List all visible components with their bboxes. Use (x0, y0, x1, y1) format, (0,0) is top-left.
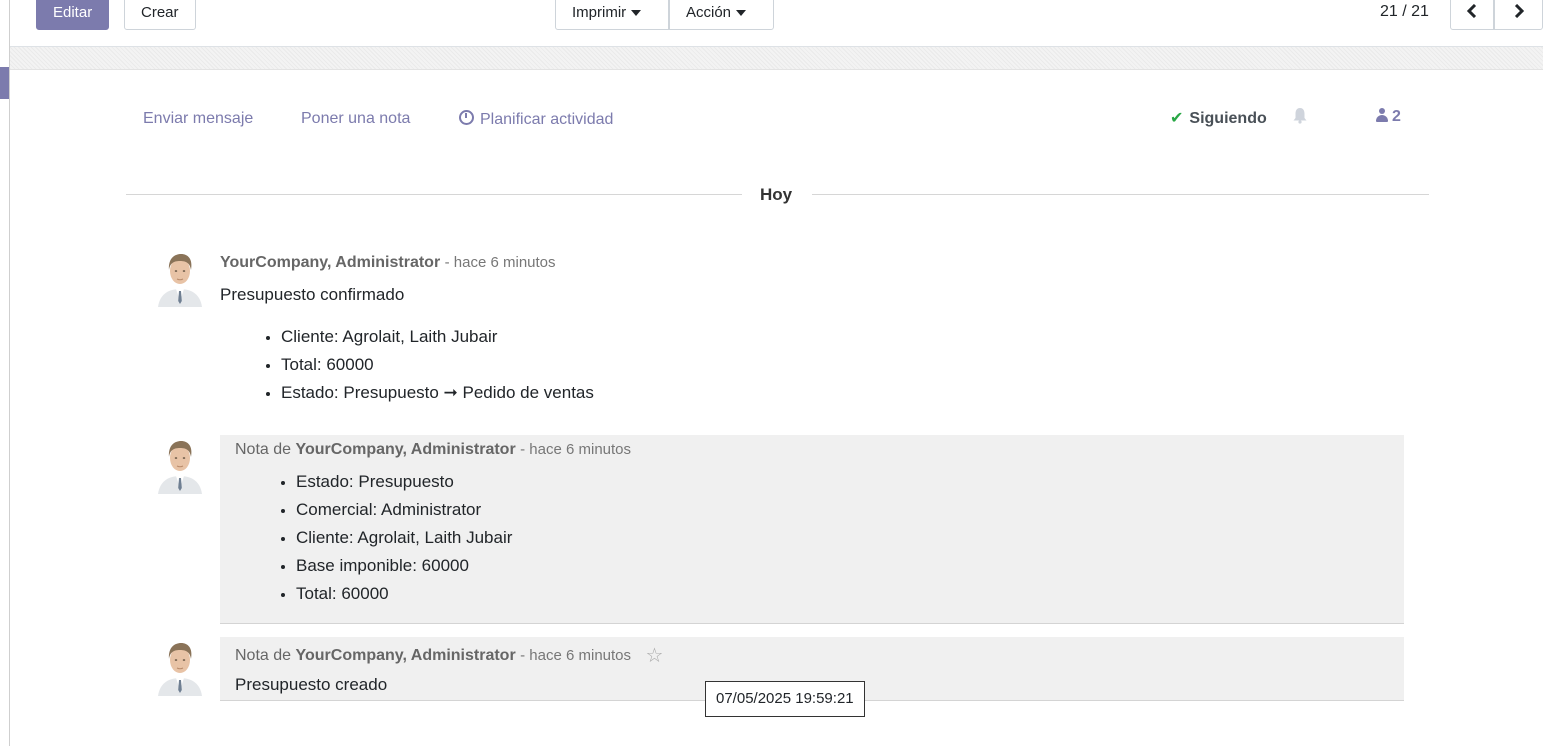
tracking-item: Cliente: Agrolait, Laith Jubair (281, 323, 594, 351)
user-icon (1376, 108, 1388, 122)
following-label: Siguiendo (1189, 110, 1267, 127)
pager-previous-button[interactable] (1450, 0, 1494, 30)
print-dropdown[interactable]: Imprimir (555, 0, 669, 30)
avatar[interactable] (156, 638, 204, 696)
message-date[interactable]: - hace 6 minutos (520, 441, 631, 458)
message-header: Nota de YourCompany, Administrator - hac… (235, 441, 631, 459)
message-header: YourCompany, Administrator - hace 6 minu… (220, 254, 556, 272)
separator-line (126, 194, 742, 195)
left-border (9, 0, 10, 746)
tracking-item: Total: 60000 (281, 351, 594, 379)
follow-button[interactable]: ✔ Siguiendo (1170, 108, 1267, 128)
tracking-item: Total: 60000 (296, 580, 512, 608)
tracking-list: Cliente: Agrolait, Laith Jubair Total: 6… (260, 323, 594, 407)
caret-down-icon (736, 10, 747, 17)
message-author[interactable]: YourCompany, Administrator (296, 647, 516, 664)
star-icon[interactable]: ☆ (645, 643, 663, 668)
chevron-left-icon (1466, 3, 1477, 19)
note-prefix: Nota de (235, 441, 292, 458)
control-panel: Editar Crear Imprimir Acción 21 / 21 (10, 0, 1543, 47)
log-note-button[interactable]: Poner una nota (301, 110, 410, 128)
message-body: Presupuesto creado (235, 675, 388, 694)
message-header: Nota de YourCompany, Administrator - hac… (235, 643, 663, 668)
message-author[interactable]: YourCompany, Administrator (296, 441, 516, 458)
avatar[interactable] (156, 249, 204, 307)
edit-button[interactable]: Editar (36, 0, 110, 30)
tracking-list: Estado: Presupuesto Comercial: Administr… (275, 468, 512, 608)
print-label: Imprimir (572, 4, 627, 21)
avatar[interactable] (156, 436, 204, 494)
tracking-item: Base imponible: 60000 (296, 552, 512, 580)
schedule-activity-label: Planificar actividad (480, 111, 614, 128)
tracking-item: Comercial: Administrator (296, 496, 512, 524)
clock-icon (459, 110, 474, 125)
note-prefix: Nota de (235, 647, 292, 664)
tracking-item: Cliente: Agrolait, Laith Jubair (296, 524, 512, 552)
action-dropdown[interactable]: Acción (669, 0, 774, 30)
followers-count: 2 (1392, 108, 1401, 125)
caret-down-icon (631, 10, 642, 17)
create-button[interactable]: Crear (124, 0, 196, 30)
send-message-button[interactable]: Enviar mensaje (143, 110, 253, 128)
tracking-item: Estado: Presupuesto (296, 468, 512, 496)
bell-icon[interactable] (1293, 107, 1307, 129)
form-sheet-background (10, 47, 1543, 70)
date-tooltip: 07/05/2025 19:59:21 (705, 681, 865, 717)
left-scroll-marker (0, 67, 9, 99)
message-date[interactable]: - hace 6 minutos (445, 254, 556, 271)
pager-next-button[interactable] (1494, 0, 1543, 30)
schedule-activity-button[interactable]: Planificar actividad (459, 110, 613, 129)
followers-button[interactable]: 2 (1376, 108, 1401, 126)
chevron-right-icon (1514, 3, 1524, 19)
separator-line (812, 194, 1429, 195)
check-icon: ✔ (1170, 110, 1184, 127)
message-body: Presupuesto confirmado (220, 285, 405, 304)
message-date[interactable]: - hace 6 minutos (520, 647, 631, 664)
message-author[interactable]: YourCompany, Administrator (220, 254, 440, 271)
pager-value[interactable]: 21 / 21 (1380, 0, 1429, 30)
tracking-item: Estado: Presupuesto ➞ Pedido de ventas (281, 379, 594, 407)
date-separator: Hoy (760, 185, 793, 204)
action-label: Acción (686, 4, 732, 21)
